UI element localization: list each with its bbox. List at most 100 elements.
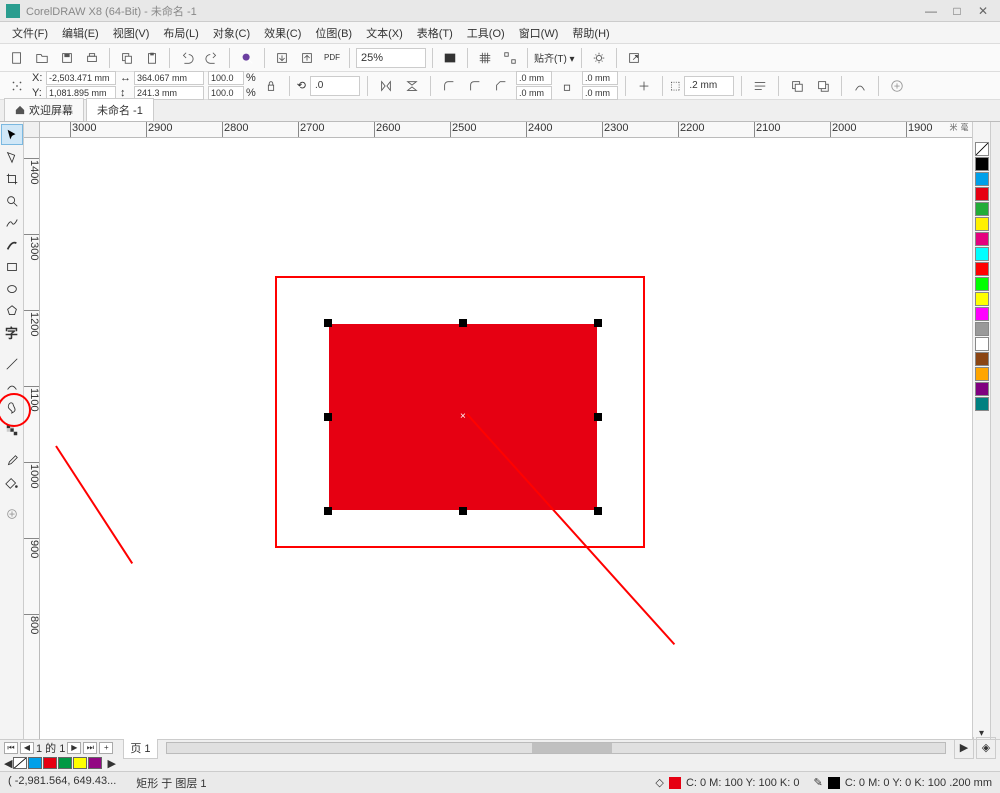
swatch[interactable] xyxy=(975,157,989,171)
connector-tool[interactable] xyxy=(1,375,23,396)
menu-view[interactable]: 视图(V) xyxy=(107,23,156,43)
ruler-origin[interactable] xyxy=(24,122,40,138)
outline-input[interactable] xyxy=(684,76,734,96)
handle-n[interactable] xyxy=(459,319,467,327)
smudge-tool[interactable] xyxy=(1,397,23,418)
corner1-input[interactable] xyxy=(516,71,552,85)
zoom-tool[interactable] xyxy=(1,190,23,211)
swatch[interactable] xyxy=(975,172,989,186)
handle-s[interactable] xyxy=(459,507,467,515)
corner3-input[interactable] xyxy=(582,71,618,85)
to-front-button[interactable] xyxy=(786,75,808,97)
menu-text[interactable]: 文本(X) xyxy=(360,23,409,43)
snap-guides-button[interactable] xyxy=(499,47,521,69)
maximize-button[interactable]: □ xyxy=(946,3,968,19)
swatch[interactable] xyxy=(975,367,989,381)
menu-window[interactable]: 窗口(W) xyxy=(513,23,565,43)
angle-input[interactable] xyxy=(310,76,360,96)
search-button[interactable] xyxy=(236,47,258,69)
transparency-tool[interactable] xyxy=(1,419,23,440)
redo-button[interactable] xyxy=(201,47,223,69)
swatch[interactable] xyxy=(43,757,57,769)
handle-se[interactable] xyxy=(594,507,602,515)
palette-prev[interactable]: ◀ xyxy=(4,757,12,770)
menu-effects[interactable]: 效果(C) xyxy=(258,23,307,43)
swatch[interactable] xyxy=(975,397,989,411)
handle-w[interactable] xyxy=(324,413,332,421)
wrap-text-button[interactable] xyxy=(749,75,771,97)
corner-scallop-button[interactable] xyxy=(464,75,486,97)
menu-object[interactable]: 对象(C) xyxy=(207,23,256,43)
page-tab[interactable]: 页 1 xyxy=(123,737,157,759)
shape-tool[interactable] xyxy=(1,146,23,167)
swatch[interactable] xyxy=(975,247,989,261)
navigator-button[interactable]: ◈ xyxy=(976,737,996,759)
save-button[interactable] xyxy=(56,47,78,69)
hscrollbar[interactable] xyxy=(166,742,946,754)
rectangle-tool[interactable] xyxy=(1,256,23,277)
mirror-h-button[interactable] xyxy=(375,75,397,97)
artistic-media-tool[interactable] xyxy=(1,234,23,255)
import-button[interactable] xyxy=(271,47,293,69)
snap-label[interactable]: 贴齐(T) ▾ xyxy=(534,50,575,65)
relative-corner-button[interactable] xyxy=(633,75,655,97)
docker-panel[interactable] xyxy=(990,122,1000,739)
corner-round-button[interactable] xyxy=(438,75,460,97)
undo-button[interactable] xyxy=(176,47,198,69)
snap-grid-button[interactable] xyxy=(474,47,496,69)
mirror-v-button[interactable] xyxy=(401,75,423,97)
freehand-tool[interactable] xyxy=(1,212,23,233)
page-add[interactable]: + xyxy=(99,742,113,754)
print-button[interactable] xyxy=(81,47,103,69)
menu-table[interactable]: 表格(T) xyxy=(411,23,459,43)
expand-toolbox[interactable] xyxy=(1,503,23,524)
crop-tool[interactable] xyxy=(1,168,23,189)
scroll-right[interactable]: ▶ xyxy=(954,737,974,759)
fill-tool[interactable] xyxy=(1,472,23,493)
corner-chamfer-button[interactable] xyxy=(490,75,512,97)
menu-edit[interactable]: 编辑(E) xyxy=(56,23,105,43)
lock-ratio-button[interactable] xyxy=(260,75,282,97)
pdf-button[interactable]: PDF xyxy=(321,47,343,69)
scaley-input[interactable] xyxy=(208,86,244,100)
swatch[interactable] xyxy=(975,352,989,366)
open-button[interactable] xyxy=(31,47,53,69)
swatch[interactable] xyxy=(88,757,102,769)
to-back-button[interactable] xyxy=(812,75,834,97)
swatch[interactable] xyxy=(975,202,989,216)
swatch[interactable] xyxy=(975,277,989,291)
handle-e[interactable] xyxy=(594,413,602,421)
swatch-none[interactable] xyxy=(13,757,27,769)
menu-layout[interactable]: 布局(L) xyxy=(157,23,204,43)
menu-tools[interactable]: 工具(O) xyxy=(461,23,511,43)
canvas[interactable]: × xyxy=(40,138,972,739)
tab-document[interactable]: 未命名 -1 xyxy=(86,98,154,121)
swatch[interactable] xyxy=(975,232,989,246)
page-prev[interactable]: ◀ xyxy=(20,742,34,754)
swatch[interactable] xyxy=(975,307,989,321)
menu-file[interactable]: 文件(F) xyxy=(6,23,54,43)
ruler-vertical[interactable]: 1400 1300 1200 1100 1000 900 800 xyxy=(24,138,40,739)
fullscreen-button[interactable] xyxy=(439,47,461,69)
page-last[interactable]: ⏭ xyxy=(83,742,97,754)
export-button[interactable] xyxy=(296,47,318,69)
swatch[interactable] xyxy=(73,757,87,769)
menu-help[interactable]: 帮助(H) xyxy=(566,23,615,43)
corner4-input[interactable] xyxy=(582,86,618,100)
swatch[interactable] xyxy=(975,187,989,201)
dimension-tool[interactable] xyxy=(1,353,23,374)
width-input[interactable] xyxy=(134,71,204,85)
polygon-tool[interactable] xyxy=(1,300,23,321)
corner-lock-button[interactable] xyxy=(556,75,578,97)
add-button[interactable] xyxy=(886,75,908,97)
outline-swatch[interactable] xyxy=(828,777,840,789)
handle-ne[interactable] xyxy=(594,319,602,327)
ruler-horizontal[interactable]: 3000 2900 2800 2700 2600 2500 2400 2300 … xyxy=(40,122,972,138)
swatch[interactable] xyxy=(975,382,989,396)
swatch[interactable] xyxy=(58,757,72,769)
swatch[interactable] xyxy=(975,262,989,276)
swatch-none[interactable] xyxy=(975,142,989,156)
paste-button[interactable] xyxy=(141,47,163,69)
page-next[interactable]: ▶ xyxy=(67,742,81,754)
scalex-input[interactable] xyxy=(208,71,244,85)
